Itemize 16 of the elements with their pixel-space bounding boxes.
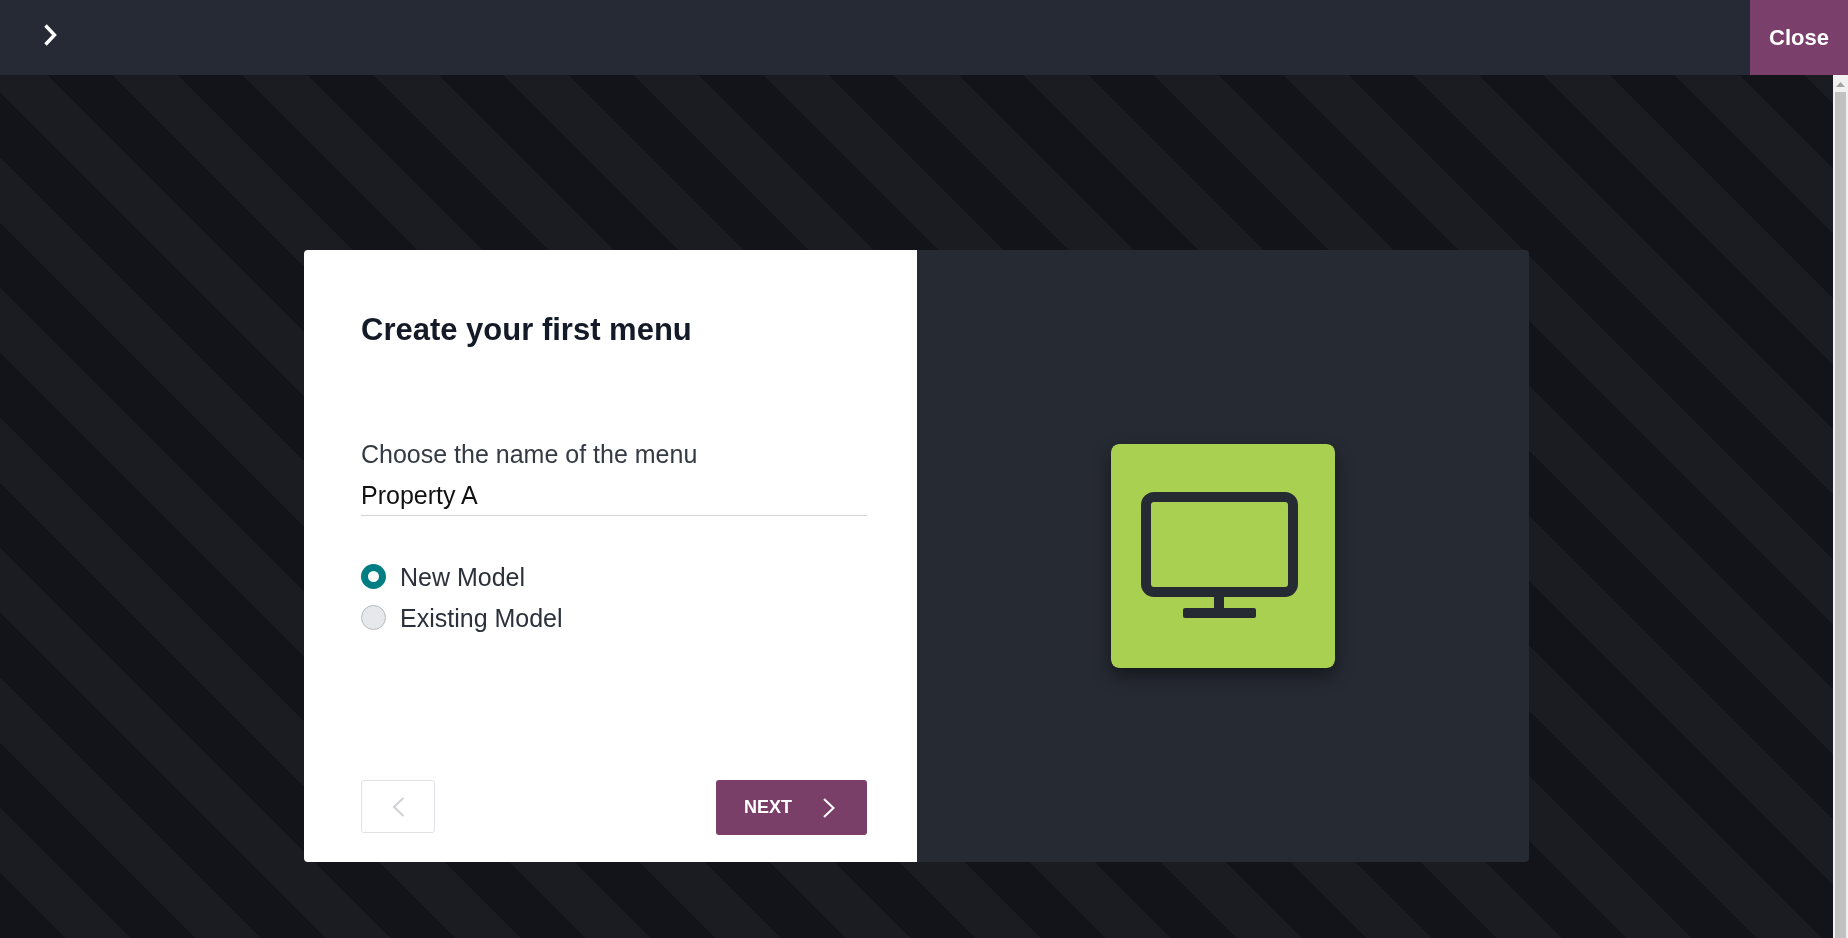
chevron-right-icon [823,797,835,818]
scrollbar[interactable] [1833,75,1848,938]
radio-button[interactable] [361,564,386,589]
dialog-title: Create your first menu [361,311,692,348]
close-button[interactable]: Close [1750,0,1848,75]
option-label[interactable]: New Model [400,561,526,592]
field-label: Choose the name of the menu [361,439,698,469]
option-label[interactable]: Existing Model [400,602,563,633]
monitor-icon [1111,444,1335,668]
next-button[interactable]: NEXT [716,780,867,835]
scrollbar-thumb[interactable] [1835,92,1846,938]
chevron-right-icon[interactable] [43,23,57,47]
scroll-up-arrow-icon[interactable] [1836,82,1845,87]
menu-name-field[interactable]: Property A [361,476,867,516]
chevron-left-icon [391,796,405,817]
radio-button[interactable] [361,605,386,630]
